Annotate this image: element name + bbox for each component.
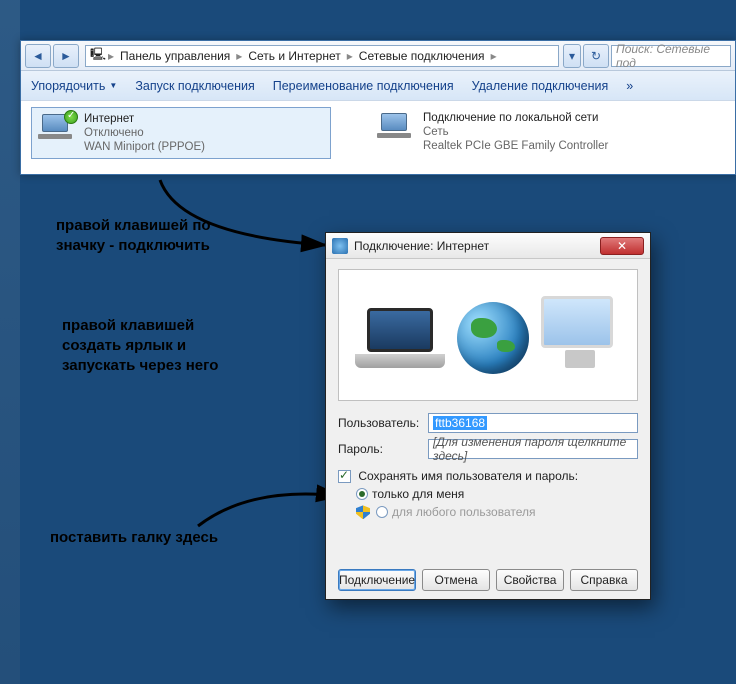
desktop-strip [0, 0, 20, 684]
command-toolbar: Упорядочить▼ Запуск подключения Переимен… [21, 71, 735, 101]
connections-area: Интернет Отключено WAN Miniport (PPPOE) … [21, 101, 735, 165]
password-label: Пароль: [338, 442, 428, 456]
toolbar-start-connection[interactable]: Запуск подключения [135, 79, 254, 93]
folder-icon: 🖳 [90, 45, 106, 66]
cancel-button[interactable]: Отмена [422, 569, 490, 591]
close-button[interactable]: ✕ [600, 237, 644, 255]
breadcrumb[interactable]: Панель управления [116, 49, 234, 63]
properties-button[interactable]: Свойства [496, 569, 564, 591]
globe-icon [457, 302, 529, 374]
dialog-titlebar[interactable]: Подключение: Интернет ✕ [326, 233, 650, 259]
arrow-icon [150, 170, 340, 255]
shield-icon [356, 505, 370, 519]
forward-button[interactable]: ► [53, 44, 79, 68]
toolbar-overflow[interactable]: » [626, 79, 633, 93]
dialog-icon [332, 238, 348, 254]
breadcrumb[interactable]: Сеть и Интернет [244, 49, 344, 63]
nav-row: ◄ ► 🖳 ▸ Панель управления▸ Сеть и Интерн… [21, 41, 735, 71]
connection-dialog: Подключение: Интернет ✕ Пользователь: ft… [325, 232, 651, 600]
any-user-label: для любого пользователя [392, 505, 536, 519]
save-credentials-label: Сохранять имя пользователя и пароль: [358, 469, 578, 483]
explorer-window: ◄ ► 🖳 ▸ Панель управления▸ Сеть и Интерн… [20, 40, 736, 175]
user-input[interactable]: fttb36168 [428, 413, 638, 433]
connection-item-lan[interactable]: Подключение по локальной сети Сеть Realt… [371, 107, 671, 159]
only-me-label: только для меня [372, 487, 464, 501]
connection-name: Подключение по локальной сети [423, 111, 608, 125]
connection-icon [36, 112, 76, 152]
connection-status: Отключено [84, 126, 205, 140]
connection-device: Realtek PCIe GBE Family Controller [423, 139, 608, 153]
only-me-radio[interactable] [356, 488, 368, 500]
history-dropdown[interactable]: ▾ [563, 44, 581, 68]
back-button[interactable]: ◄ [25, 44, 51, 68]
connection-device: WAN Miniport (PPPOE) [84, 140, 205, 154]
toolbar-rename-connection[interactable]: Переименование подключения [273, 79, 454, 93]
search-input[interactable]: Поиск: Сетевые под [611, 45, 731, 67]
save-credentials-checkbox[interactable] [338, 470, 351, 483]
dialog-illustration [338, 269, 638, 401]
dialog-title-text: Подключение: Интернет [354, 239, 489, 253]
toolbar-organize[interactable]: Упорядочить▼ [31, 79, 117, 93]
refresh-button[interactable]: ↻ [583, 44, 609, 68]
annotation-text: правой клавишей создать ярлык и запускат… [62, 316, 218, 376]
help-button[interactable]: Справка [570, 569, 638, 591]
user-label: Пользователь: [338, 416, 428, 430]
connection-icon [375, 111, 415, 151]
connection-name: Интернет [84, 112, 205, 126]
toolbar-delete-connection[interactable]: Удаление подключения [472, 79, 609, 93]
breadcrumb[interactable]: Сетевые подключения [355, 49, 489, 63]
connection-item-internet[interactable]: Интернет Отключено WAN Miniport (PPPOE) [31, 107, 331, 159]
any-user-radio [376, 506, 388, 518]
address-bar[interactable]: 🖳 ▸ Панель управления▸ Сеть и Интернет▸ … [85, 45, 559, 67]
connection-status: Сеть [423, 125, 608, 139]
password-input[interactable]: [Для изменения пароля щелкните здесь] [428, 439, 638, 459]
connect-button[interactable]: Подключение [338, 569, 416, 591]
